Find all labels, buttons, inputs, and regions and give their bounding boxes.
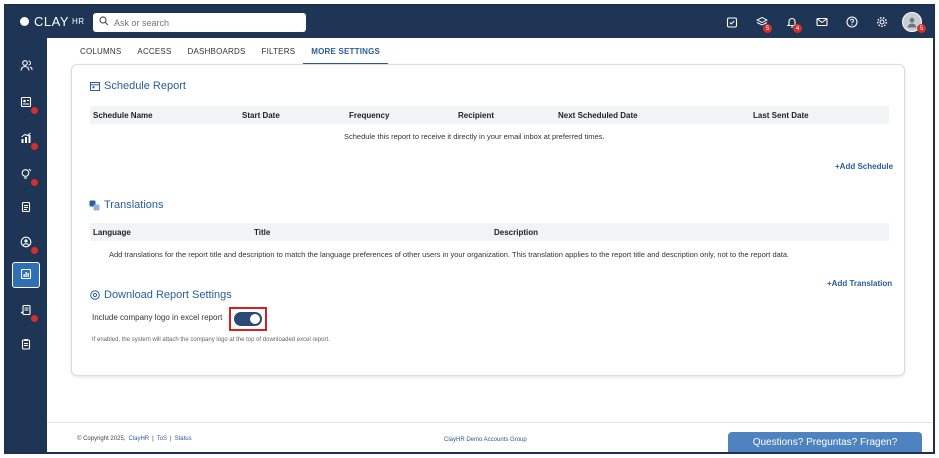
- toggle-knob: [250, 314, 260, 324]
- top-bar: CLAY HR 5 4: [6, 6, 933, 38]
- clayhr-link[interactable]: ClayHR: [128, 436, 149, 442]
- col-schedule-name: Schedule Name: [93, 111, 153, 120]
- people-icon: [19, 59, 33, 75]
- sidebar-item-directory[interactable]: [12, 230, 40, 256]
- tab-dashboards[interactable]: DASHBOARDS: [180, 45, 254, 65]
- logo-mark: [20, 17, 29, 26]
- chart-arrow-icon: [20, 132, 32, 147]
- copyright-text: © Copyright 2025,: [77, 436, 126, 442]
- logo-suffix: HR: [72, 17, 85, 26]
- tab-more-settings[interactable]: MORE SETTINGS: [303, 45, 389, 65]
- separator: |: [152, 436, 154, 442]
- clipboard-check-icon[interactable]: [717, 11, 747, 33]
- sidebar-item-documents[interactable]: [12, 195, 40, 221]
- col-recipient: Recipient: [458, 111, 495, 120]
- help-chat-button[interactable]: Questions? Preguntas? Fragen?: [728, 432, 922, 452]
- help-icon[interactable]: [837, 11, 867, 33]
- schedule-report-title: Schedule Report: [104, 80, 186, 92]
- app-frame: CLAY HR 5 4: [4, 4, 935, 454]
- layers-badge: 5: [763, 24, 772, 33]
- notification-dot: [31, 315, 38, 322]
- schedule-table-header: Schedule Name Start Date Frequency Recip…: [90, 106, 889, 124]
- search-icon: [99, 16, 109, 29]
- settings-circle-icon: [89, 290, 100, 301]
- download-settings-title: Download Report Settings: [104, 289, 232, 301]
- sidebar-item-people[interactable]: [12, 54, 40, 80]
- logo-toggle-hint: If enabled, the system will attach the c…: [92, 337, 330, 343]
- tab-columns[interactable]: COLUMNS: [72, 45, 129, 65]
- col-description: Description: [494, 228, 539, 237]
- tab-filters[interactable]: FILTERS: [254, 45, 304, 65]
- sidebar-item-goals[interactable]: [12, 162, 40, 188]
- translations-table-header: Language Title Description: [90, 223, 889, 241]
- sidebar-item-reports[interactable]: [12, 262, 40, 288]
- footer-links: © Copyright 2025, ClayHR | ToS | Status: [77, 436, 192, 442]
- calendar-icon: [89, 81, 100, 92]
- search-input[interactable]: [114, 17, 294, 28]
- settings-tabs: COLUMNS ACCESS DASHBOARDS FILTERS MORE S…: [72, 45, 389, 65]
- account-group: ClayHR Demo Accounts Group: [444, 437, 527, 443]
- col-last-sent-date: Last Sent Date: [753, 111, 809, 120]
- user-circle-icon: [20, 236, 32, 251]
- col-next-scheduled-date: Next Scheduled Date: [558, 111, 638, 120]
- layers-icon[interactable]: 5: [747, 11, 777, 33]
- translations-empty-message: Add translations for the report title an…: [109, 250, 790, 259]
- sidebar-item-performance[interactable]: [12, 126, 40, 152]
- status-link[interactable]: Status: [175, 436, 192, 442]
- bell-badge: 4: [793, 24, 802, 33]
- col-frequency: Frequency: [349, 111, 390, 120]
- translations-heading: Translations: [89, 199, 164, 211]
- mail-icon[interactable]: [807, 11, 837, 33]
- checklist-icon: [20, 304, 32, 319]
- schedule-empty-message: Schedule this report to receive it direc…: [344, 132, 605, 141]
- bell-icon[interactable]: 4: [777, 11, 807, 33]
- sidebar-item-tasks[interactable]: [12, 298, 40, 324]
- avatar-badge: 5: [917, 24, 926, 33]
- clayhr-logo[interactable]: CLAY HR: [20, 14, 85, 29]
- bar-chart-icon: [20, 268, 32, 283]
- search-bar[interactable]: [93, 13, 306, 32]
- user-avatar[interactable]: 5: [897, 11, 927, 33]
- include-logo-toggle[interactable]: [234, 312, 262, 326]
- id-card-icon: [20, 96, 32, 111]
- gear-icon[interactable]: [867, 11, 897, 33]
- clipboard-icon: [20, 338, 32, 353]
- translations-title: Translations: [104, 199, 164, 211]
- sidebar-item-profile[interactable]: [12, 90, 40, 116]
- add-schedule-link[interactable]: +Add Schedule: [835, 162, 893, 171]
- sidebar-item-clipboard[interactable]: [12, 332, 40, 358]
- col-language: Language: [93, 228, 131, 237]
- separator: |: [170, 436, 172, 442]
- logo-text: CLAY: [34, 14, 69, 29]
- notification-dot: [31, 179, 38, 186]
- translate-icon: [89, 200, 100, 211]
- lightbulb-icon: [20, 168, 32, 183]
- document-icon: [20, 201, 32, 216]
- notification-dot: [31, 143, 38, 150]
- schedule-report-heading: Schedule Report: [89, 80, 186, 92]
- top-icons: 5 4 5: [717, 11, 927, 33]
- add-translation-link[interactable]: +Add Translation: [827, 279, 892, 288]
- col-title: Title: [254, 228, 271, 237]
- col-start-date: Start Date: [242, 111, 280, 120]
- notification-dot: [31, 107, 38, 114]
- download-settings-heading: Download Report Settings: [89, 289, 232, 301]
- toggle-highlight: [229, 307, 267, 331]
- footer: © Copyright 2025, ClayHR | ToS | Status …: [47, 422, 933, 452]
- tos-link[interactable]: ToS: [157, 436, 167, 442]
- settings-card: Schedule Report Schedule Name Start Date…: [71, 64, 905, 376]
- sidebar: [6, 38, 47, 452]
- notification-dot: [31, 247, 38, 254]
- tab-access[interactable]: ACCESS: [129, 45, 179, 65]
- logo-toggle-label: Include company logo in excel report: [92, 313, 223, 322]
